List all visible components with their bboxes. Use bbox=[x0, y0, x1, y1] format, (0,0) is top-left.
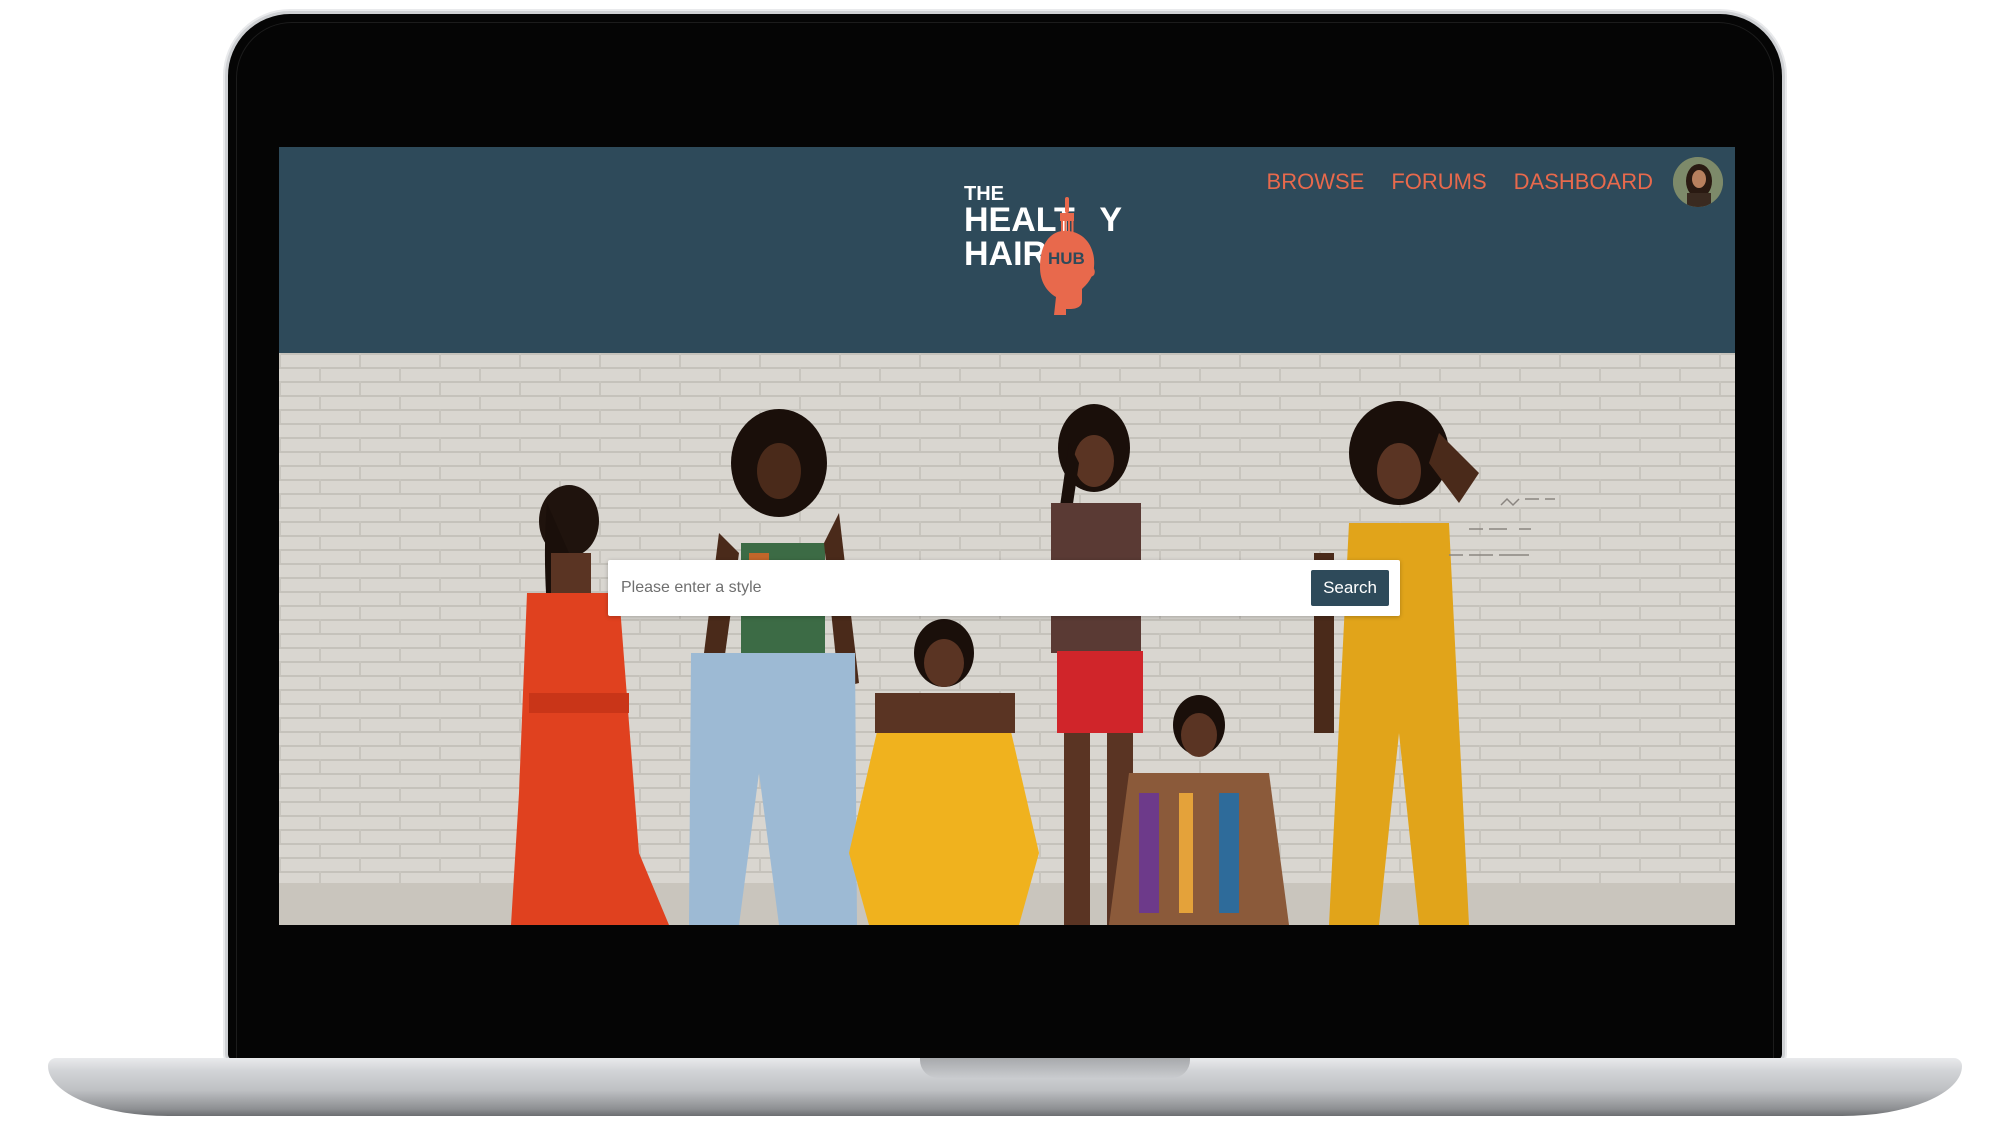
laptop-base bbox=[48, 1058, 1962, 1116]
head-silhouette-icon bbox=[1040, 230, 1095, 315]
hero-banner: Search bbox=[279, 353, 1735, 925]
site-header: THE HEALTHY HAIR HUB BROWSE bbox=[279, 147, 1735, 353]
hair-pick-icon bbox=[1060, 197, 1074, 233]
laptop-mockup: THE HEALTHY HAIR HUB BROWSE bbox=[0, 0, 2000, 1125]
logo-badge-hub: HUB bbox=[1048, 249, 1085, 268]
search-button[interactable]: Search bbox=[1311, 570, 1389, 606]
nav-link-dashboard[interactable]: DASHBOARD bbox=[1514, 169, 1653, 195]
avatar-photo-icon bbox=[1673, 157, 1723, 207]
search-bar: Search bbox=[608, 560, 1400, 616]
nav-link-browse[interactable]: BROWSE bbox=[1267, 169, 1365, 195]
laptop-screen: THE HEALTHY HAIR HUB BROWSE bbox=[279, 147, 1735, 925]
hero-photo bbox=[279, 353, 1735, 925]
laptop-base-notch bbox=[920, 1058, 1190, 1078]
nav-link-forums[interactable]: FORUMS bbox=[1391, 169, 1486, 195]
search-input[interactable] bbox=[608, 560, 1308, 616]
user-avatar[interactable] bbox=[1673, 157, 1723, 207]
main-nav: BROWSE FORUMS DASHBOARD bbox=[1267, 167, 1653, 197]
logo-text-hair: HAIR bbox=[964, 235, 1048, 273]
site-logo[interactable]: THE HEALTHY HAIR HUB bbox=[964, 183, 1122, 323]
